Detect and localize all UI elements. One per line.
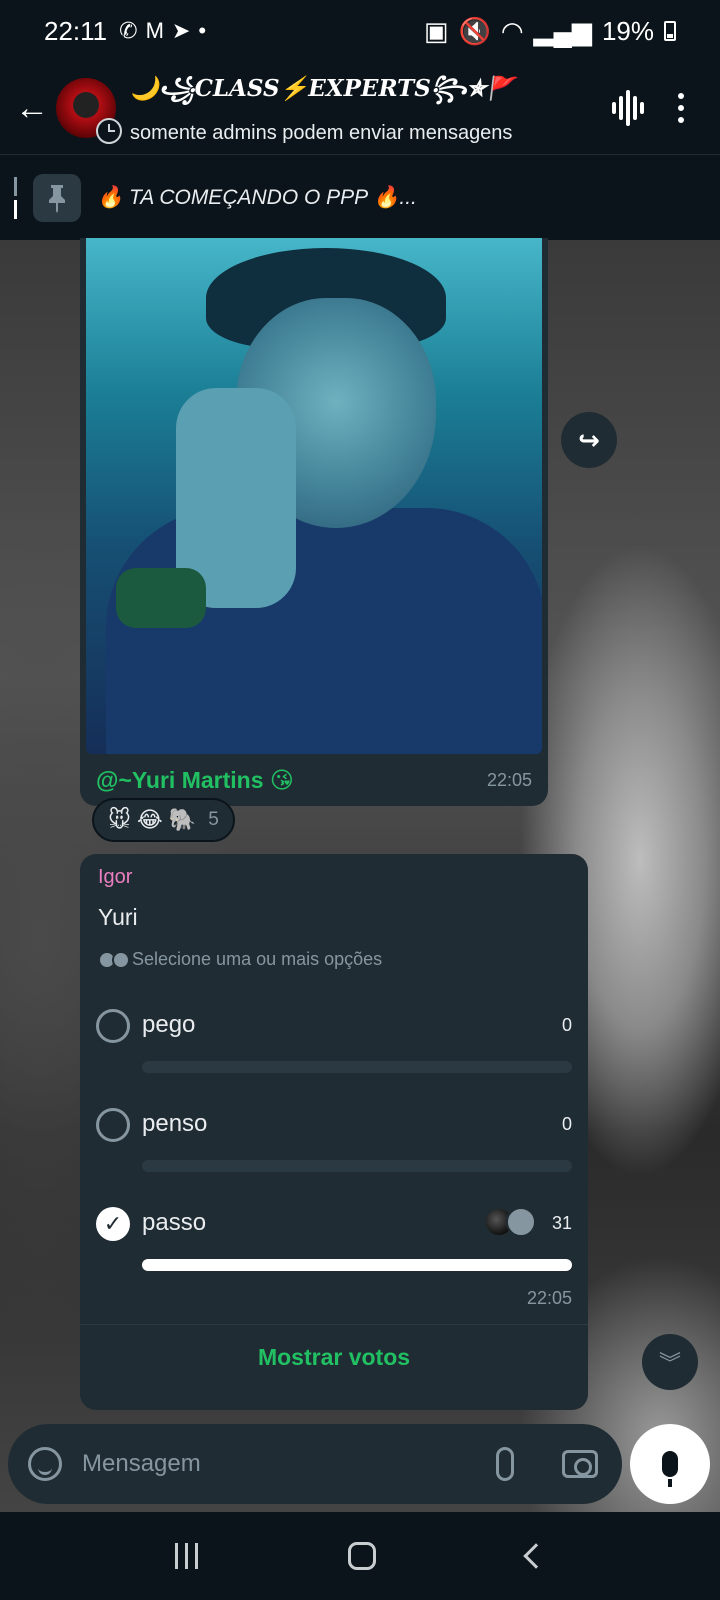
more-options-icon[interactable] bbox=[678, 93, 684, 123]
whatsapp-icon: ✆ bbox=[119, 18, 138, 43]
nav-back-button[interactable] bbox=[523, 1543, 549, 1569]
poll-question: Yuri bbox=[98, 904, 138, 930]
message-composer: Mensagem bbox=[8, 1424, 622, 1504]
group-subtitle: somente admins podem enviar mensagens bbox=[130, 122, 513, 144]
poll-option-penso[interactable]: penso 0 bbox=[96, 1108, 572, 1178]
poll-option-count: 31 bbox=[551, 1213, 572, 1233]
battery-saver-icon: ▣ bbox=[423, 15, 449, 46]
poll-option-count: 0 bbox=[561, 1114, 572, 1134]
group-avatar[interactable] bbox=[56, 78, 122, 144]
poll-option-label: passo bbox=[142, 1209, 207, 1236]
poll-sender[interactable]: Igor bbox=[98, 866, 132, 889]
reaction-emojis: 🐭 😂 🐘 bbox=[108, 807, 197, 832]
chat-header: ← 🌙꧁CLASS⚡EXPERTS꧂✯🚩 somente admins pode… bbox=[0, 62, 720, 154]
show-votes-button[interactable]: Mostrar votos bbox=[80, 1344, 588, 1371]
battery-icon bbox=[664, 21, 676, 41]
voice-record-button[interactable] bbox=[630, 1424, 710, 1504]
poll-option-bar bbox=[142, 1259, 572, 1271]
wifi-icon: ◠ bbox=[500, 15, 524, 46]
voter-avatar bbox=[506, 1207, 536, 1237]
home-button[interactable] bbox=[348, 1542, 377, 1570]
mic-icon bbox=[662, 1451, 678, 1487]
reactions-pill[interactable]: 🐭 😂 🐘 5 bbox=[92, 798, 235, 842]
radio-checked-icon[interactable]: ✓ bbox=[96, 1207, 130, 1241]
attach-icon[interactable] bbox=[496, 1447, 514, 1481]
poll-option-bar bbox=[142, 1061, 572, 1073]
poll-option-count: 0 bbox=[561, 1015, 572, 1035]
mention-link[interactable]: @~Yuri Martins 😘 bbox=[96, 767, 294, 794]
back-button[interactable]: ← bbox=[4, 80, 60, 136]
poll-message: Igor Yuri Selecione uma ou mais opções p… bbox=[80, 854, 588, 1410]
poll-hint-text: Selecione uma ou mais opções bbox=[132, 949, 383, 969]
pinned-text: 🔥 TA COMEÇANDO O PPP 🔥... bbox=[97, 185, 417, 209]
voter-avatars bbox=[484, 1207, 536, 1237]
signal-icon: ▂▄▆ bbox=[533, 15, 592, 46]
mute-icon: 🔇 bbox=[458, 15, 491, 46]
poll-option-bar bbox=[142, 1160, 572, 1172]
battery-level: 19% bbox=[601, 15, 654, 46]
sticker-icon[interactable] bbox=[28, 1447, 62, 1481]
notification-icons: ✆ M ➤ • bbox=[119, 18, 206, 44]
message-input[interactable]: Mensagem bbox=[82, 1450, 496, 1478]
poll-option-pego[interactable]: pego 0 bbox=[96, 1009, 572, 1079]
radio-unchecked-icon[interactable] bbox=[96, 1009, 130, 1043]
multi-select-icon bbox=[98, 950, 130, 969]
poll-option-passo[interactable]: ✓ passo 31 bbox=[96, 1207, 572, 1277]
share-icon: ↪ bbox=[578, 424, 600, 455]
pinned-message-bar[interactable]: 🔥 TA COMEÇANDO O PPP 🔥... bbox=[0, 154, 720, 240]
header-actions bbox=[612, 90, 684, 126]
arrow-left-icon: ← bbox=[15, 88, 49, 127]
message-time: 22:05 bbox=[486, 769, 532, 790]
camera-icon[interactable] bbox=[562, 1450, 598, 1478]
status-bar: 22:11 ✆ M ➤ • ▣ 🔇 ◠ ▂▄▆ 19% bbox=[0, 0, 720, 62]
message-photo[interactable] bbox=[86, 238, 542, 754]
system-nav-bar bbox=[0, 1512, 720, 1600]
poll-hint: Selecione uma ou mais opções bbox=[98, 949, 382, 970]
system-icons: ▣ 🔇 ◠ ▂▄▆ 19% bbox=[424, 16, 676, 47]
image-message[interactable]: @~Yuri Martins 😘 22:05 bbox=[80, 238, 548, 806]
poll-option-label: pego bbox=[142, 1011, 196, 1038]
double-chevron-down-icon: ︾ bbox=[658, 1351, 681, 1376]
radio-unchecked-icon[interactable] bbox=[96, 1108, 130, 1142]
poll-time: 22:05 bbox=[526, 1288, 572, 1308]
pinned-indicator bbox=[14, 176, 17, 219]
telegram-icon: ➤ bbox=[171, 18, 191, 43]
gmail-icon: M bbox=[145, 18, 164, 43]
timer-icon bbox=[96, 118, 122, 144]
divider bbox=[80, 1324, 588, 1325]
poll-option-label: penso bbox=[142, 1110, 208, 1137]
group-info[interactable]: 🌙꧁CLASS⚡EXPERTS꧂✯🚩 somente admins podem … bbox=[130, 71, 560, 145]
reaction-count: 5 bbox=[208, 809, 219, 830]
voice-chat-icon[interactable] bbox=[612, 90, 644, 126]
status-time: 22:11 bbox=[44, 15, 108, 46]
scroll-to-bottom-button[interactable]: ︾ bbox=[642, 1334, 698, 1390]
recents-button[interactable] bbox=[175, 1543, 199, 1569]
forward-button[interactable]: ↪ bbox=[561, 412, 617, 468]
dot-icon: • bbox=[198, 18, 207, 43]
pin-icon bbox=[33, 173, 81, 222]
group-name: 🌙꧁CLASS⚡EXPERTS꧂✯🚩 bbox=[130, 75, 515, 102]
